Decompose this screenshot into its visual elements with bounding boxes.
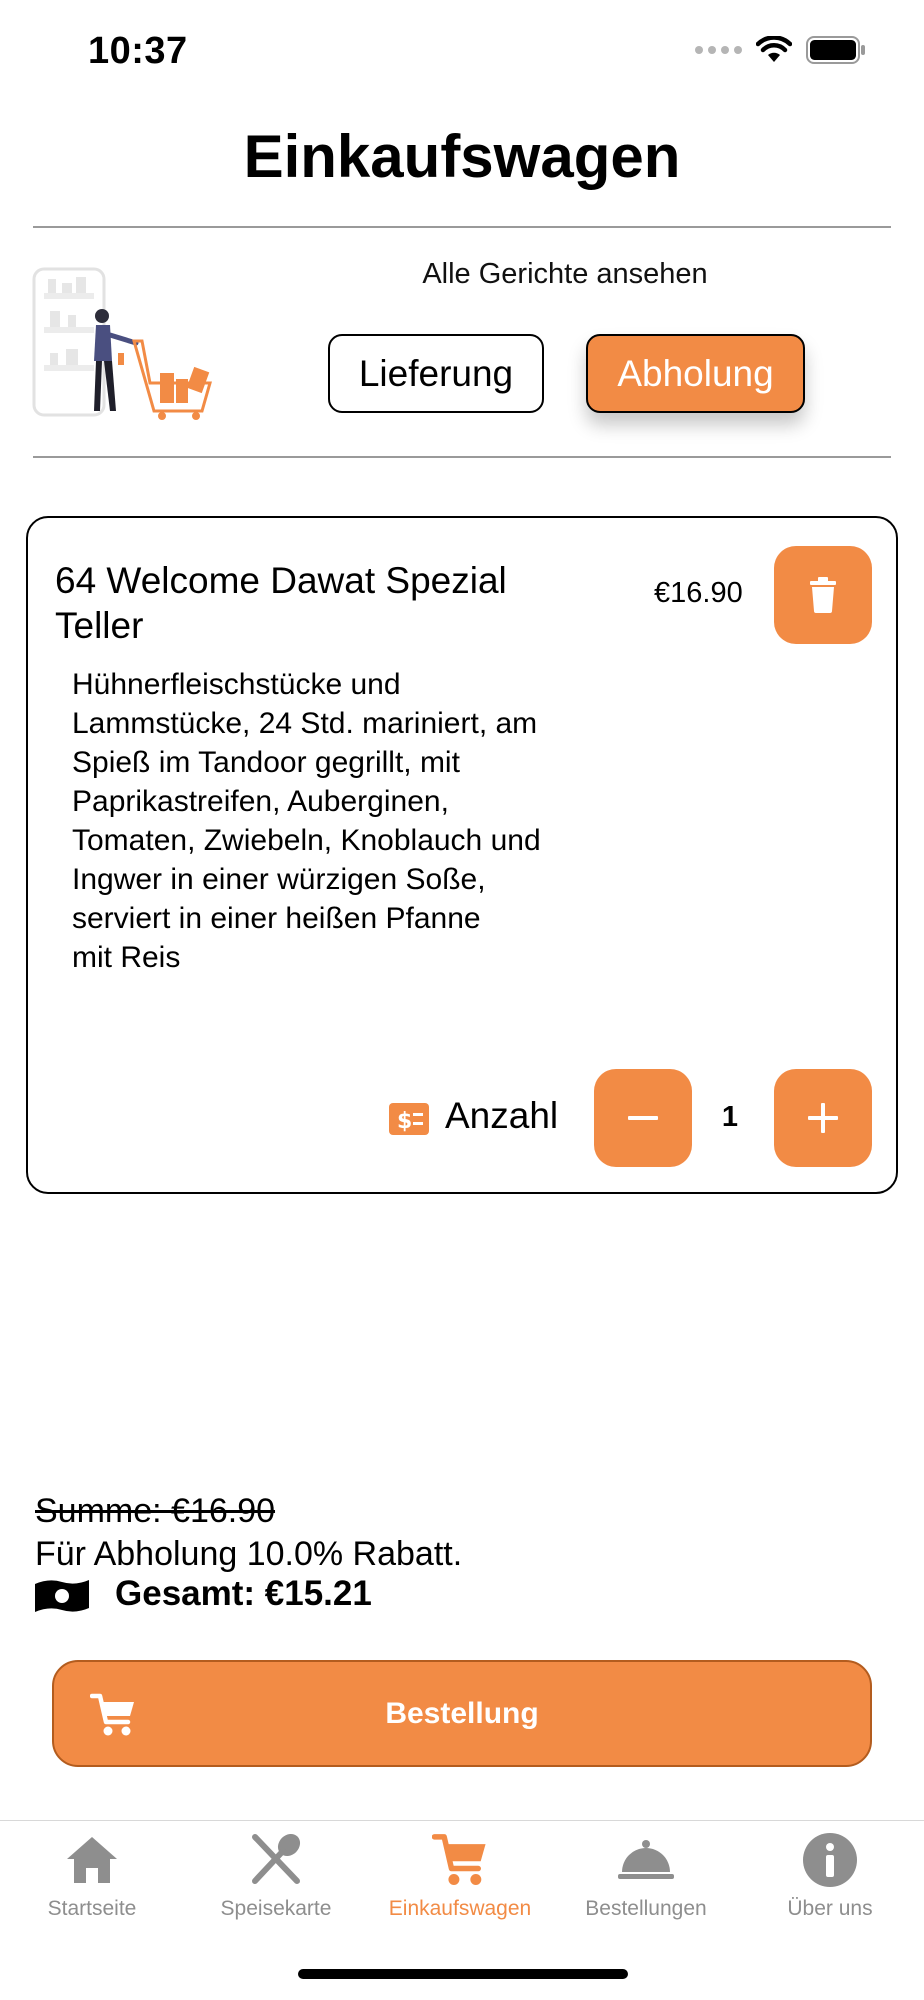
price-tag-icon: $ xyxy=(389,1103,429,1135)
item-name: 64 Welcome Dawat Spezial Teller xyxy=(55,560,507,646)
delivery-toggle-button[interactable]: Lieferung xyxy=(328,334,544,413)
subtotal-strikethrough: Summe: €16.90 xyxy=(35,1492,276,1530)
tab-label: Über uns xyxy=(787,1897,873,1920)
place-order-label: Bestellung xyxy=(385,1696,539,1730)
quantity-value: 1 xyxy=(721,1101,739,1133)
battery-icon xyxy=(806,36,865,64)
info-icon xyxy=(801,1831,859,1889)
tab-label: Einkaufswagen xyxy=(388,1897,532,1920)
minus-icon xyxy=(628,1116,658,1120)
tab-startseite[interactable]: Startseite xyxy=(0,1821,184,1941)
total-amount: Gesamt: €15.21 xyxy=(115,1574,372,1613)
cart-icon xyxy=(90,1693,134,1736)
delete-item-button[interactable] xyxy=(774,546,872,644)
divider-bottom xyxy=(33,456,891,458)
home-icon xyxy=(63,1831,121,1889)
tab-speisekarte[interactable]: Speisekarte xyxy=(184,1821,368,1941)
cellular-signal-icon xyxy=(695,46,742,54)
tab-label: Startseite xyxy=(47,1897,137,1920)
trash-icon xyxy=(810,577,836,613)
divider-top xyxy=(33,226,891,228)
plus-icon xyxy=(808,1103,838,1133)
decrease-quantity-button[interactable] xyxy=(594,1069,692,1167)
status-time: 10:37 xyxy=(88,30,188,72)
cutlery-icon xyxy=(247,1831,305,1889)
page-title: Einkaufswagen xyxy=(243,123,681,190)
cart-item-card: 64 Welcome Dawat Spezial Teller €16.90 H… xyxy=(26,516,898,1194)
tab-label: Bestellungen xyxy=(585,1897,707,1920)
money-icon xyxy=(35,1580,89,1612)
increase-quantity-button[interactable] xyxy=(774,1069,872,1167)
tab-einkaufswagen[interactable]: Einkaufswagen xyxy=(368,1821,552,1941)
status-bar: 10:37 xyxy=(0,0,924,100)
pickup-toggle-button[interactable]: Abholung xyxy=(586,334,805,413)
cart-icon xyxy=(431,1831,489,1889)
tab-label: Speisekarte xyxy=(220,1897,332,1920)
cloche-icon xyxy=(617,1831,675,1889)
status-icons xyxy=(695,36,866,64)
home-indicator xyxy=(298,1969,628,1979)
tab-bestellungen[interactable]: Bestellungen xyxy=(554,1821,738,1941)
place-order-button[interactable]: Bestellung xyxy=(52,1660,872,1767)
quantity-label: Anzahl xyxy=(445,1095,559,1136)
view-all-dishes-link[interactable]: Alle Gerichte ansehen xyxy=(320,258,810,291)
shopping-illustration xyxy=(32,267,212,420)
item-description: Hühnerfleischstücke und Lammstücke, 24 S… xyxy=(72,668,541,974)
wifi-icon xyxy=(756,36,792,62)
item-price: €16.90 xyxy=(654,577,743,609)
pickup-discount-text: Für Abholung 10.0% Rabatt. xyxy=(35,1535,463,1573)
svg-text:$: $ xyxy=(397,1109,412,1134)
tab-ueber-uns[interactable]: Über uns xyxy=(738,1821,922,1941)
